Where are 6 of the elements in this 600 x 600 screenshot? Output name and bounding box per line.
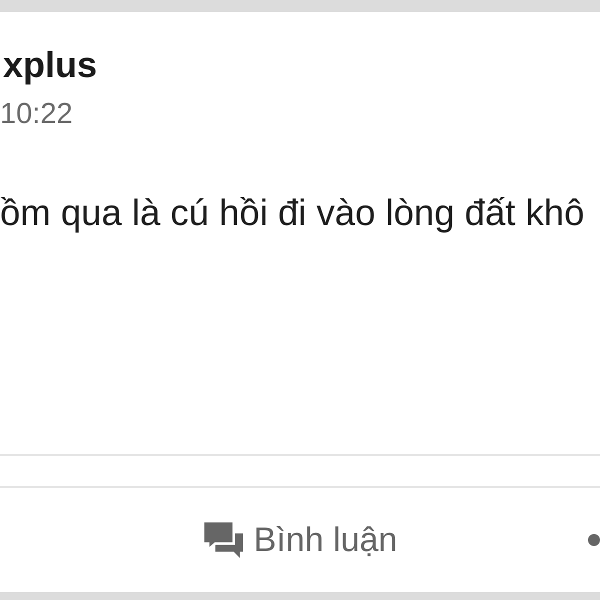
comment-icon bbox=[202, 521, 244, 559]
dot-icon[interactable] bbox=[588, 534, 600, 546]
comment-button[interactable]: Bình luận bbox=[202, 520, 398, 560]
post-text: ồm qua là cú hồi đi vào lòng đất khô bbox=[0, 192, 584, 234]
post-time: 10:22 bbox=[0, 98, 73, 130]
author-name: xplus bbox=[3, 45, 98, 85]
